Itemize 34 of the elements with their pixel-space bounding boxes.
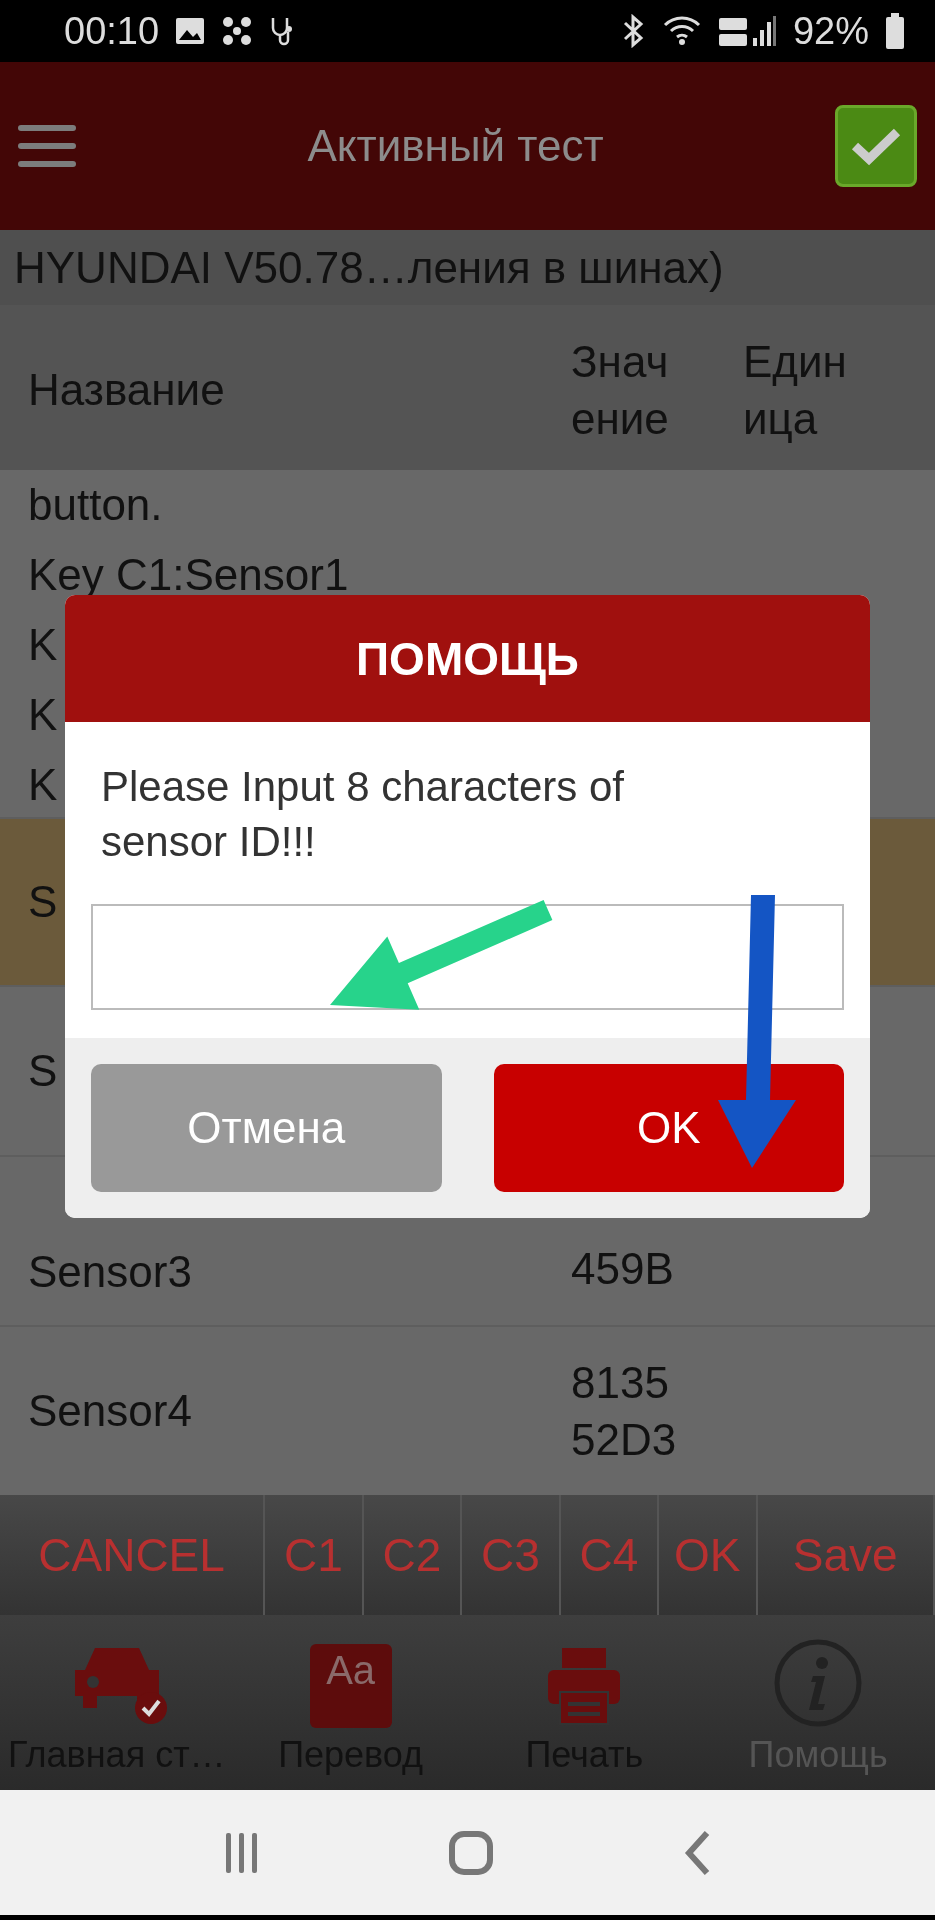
sensor-value: 813552D3 — [570, 1356, 678, 1466]
sensor-name: S — [27, 877, 59, 927]
sensor-value: 459B — [570, 1242, 675, 1295]
info-icon — [773, 1638, 864, 1728]
cancel-button[interactable]: Отмена — [91, 1064, 442, 1192]
column-header: Значение — [570, 335, 670, 445]
clock: 00:10 — [64, 9, 160, 53]
help-text: K — [28, 689, 58, 741]
sensor-name: S — [27, 1046, 59, 1096]
help-text: K — [28, 619, 58, 671]
column-header: Единица — [742, 335, 848, 445]
home-icon[interactable] — [448, 1829, 495, 1876]
column-header: Название — [27, 365, 226, 415]
image-icon — [175, 17, 206, 45]
fan-icon — [221, 15, 254, 47]
sensor-name: Sensor3 — [27, 1247, 193, 1297]
menu-icon[interactable] — [18, 125, 76, 167]
screen-title: Активный тест — [306, 121, 605, 171]
table-row[interactable]: Sensor4 813552D3 — [0, 1325, 935, 1495]
back-icon[interactable] — [682, 1829, 711, 1876]
icon-label: Aa — [326, 1648, 376, 1694]
sensor-name: Sensor4 — [27, 1386, 193, 1436]
help-text: K — [28, 759, 58, 811]
dialog-title: ПОМОЩЬ — [65, 595, 870, 722]
confirm-button[interactable] — [835, 105, 917, 187]
signal-icon — [716, 14, 777, 48]
battery-percent: 92% — [792, 9, 869, 53]
dialog-message: Please Input 8 characters of sensor ID!!! — [100, 762, 625, 867]
wifi-icon — [662, 15, 701, 47]
ok-button[interactable]: OK — [493, 1064, 844, 1192]
help-text: button. — [28, 479, 163, 531]
vehicle-path: HYUNDAI V50.78…ления в шинах) — [0, 230, 935, 305]
battery-icon — [885, 13, 905, 49]
checkmark-icon — [851, 126, 901, 166]
